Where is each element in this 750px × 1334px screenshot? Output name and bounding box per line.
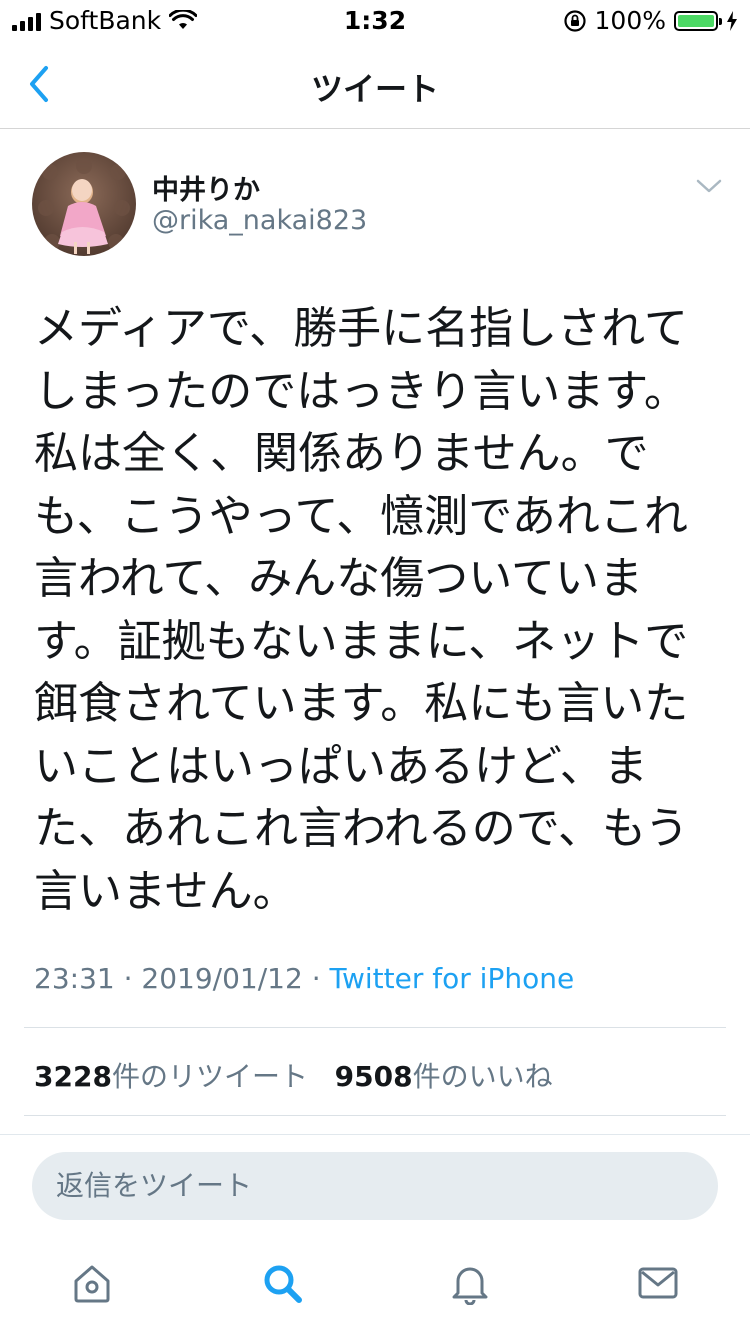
avatar[interactable] [32,152,136,256]
navigation-bar: ツイート [0,40,750,129]
likes-label: 件のいいね [412,1060,553,1093]
retweets-count: 3228 [34,1060,112,1093]
reply-input[interactable]: 返信をツイート [32,1152,718,1220]
meta-separator: · [311,962,321,995]
likes-stat[interactable]: 9508件のいいね [335,1060,553,1093]
retweets-label: 件のリツイート [111,1060,308,1093]
page-title: ツイート [310,70,439,108]
divider [0,1134,750,1135]
status-bar: SoftBank 1:32 100% [0,0,750,40]
likes-count: 9508 [334,1060,413,1093]
notifications-icon[interactable] [448,1261,492,1305]
chevron-down-icon[interactable] [694,176,724,196]
home-icon[interactable] [70,1261,114,1305]
tweet-stats: 3228件のリツイート 9508件のいいね [34,1055,553,1095]
divider [24,1115,726,1116]
avatar-image [32,152,136,256]
display-name[interactable]: 中井りか [152,168,260,207]
meta-separator: · [123,962,133,995]
messages-icon[interactable] [636,1261,680,1305]
battery-fill [678,14,714,27]
tweet-detail-screen: SoftBank 1:32 100% ツイート 中井りか @rika_nakai… [0,0,750,1334]
tweet-meta: 23:31 · 2019/01/12 · Twitter for iPhone [34,962,574,995]
tweet-time: 23:31 [34,962,115,995]
retweets-stat[interactable]: 3228件のリツイート [34,1060,308,1093]
tweet-source-link[interactable]: Twitter for iPhone [330,962,575,995]
battery-percentage: 100% [594,6,666,35]
user-handle[interactable]: @rika_nakai823 [152,205,367,236]
orientation-lock-icon [563,9,586,32]
status-bar-right: 100% [563,6,738,35]
charging-icon [727,10,737,31]
tab-bar [0,1245,750,1325]
tweet-text: メディアで、勝手に名指しされて しまったのではっきり言います。 私は全く、関係あ… [34,303,689,917]
divider [24,1027,726,1028]
search-icon[interactable] [260,1261,304,1305]
battery-icon [674,10,722,31]
tweet-date: 2019/01/12 [141,962,303,995]
